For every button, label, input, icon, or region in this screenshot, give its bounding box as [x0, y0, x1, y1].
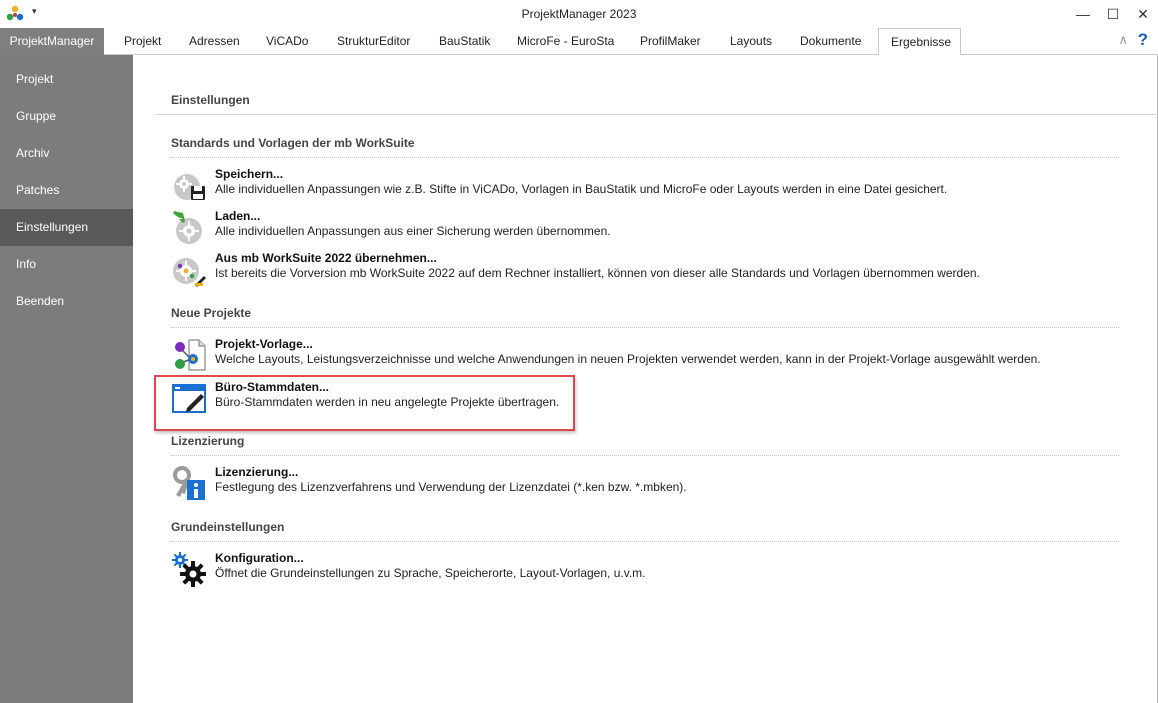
entry-description: Welche Layouts, Leistungsverzeichnisse u… — [215, 352, 1041, 366]
section-divider — [171, 541, 1119, 542]
help-icon[interactable]: ? — [1138, 30, 1148, 50]
entry-laden[interactable]: Laden... Alle individuellen Anpassungen … — [171, 209, 1111, 249]
entry-description: Festlegung des Lizenzverfahrens und Verw… — [215, 480, 687, 494]
collapse-ribbon-icon[interactable]: ∧ — [1118, 32, 1128, 48]
page-title: Einstellungen — [171, 93, 250, 107]
configuration-gears-icon — [172, 552, 206, 587]
maximize-button[interactable]: ☐ — [1098, 3, 1128, 25]
entry-projekt-vorlage[interactable]: Projekt-Vorlage... Welche Layouts, Leist… — [171, 337, 1111, 377]
tab-vicado[interactable]: ViCADo — [254, 28, 320, 55]
tab-dokumente[interactable]: Dokumente — [788, 28, 873, 55]
tab-profilmaker[interactable]: ProfilMaker — [628, 28, 713, 55]
section-title-neue-projekte: Neue Projekte — [171, 306, 252, 320]
project-template-icon — [175, 339, 206, 371]
highlight-frame — [154, 375, 575, 431]
tab-microfe-eurosta[interactable]: MicroFe - EuroSta — [505, 28, 626, 55]
close-button[interactable]: ✕ — [1128, 3, 1158, 25]
title-bar: ▾ ProjektManager 2023 — ☐ ✕ — [0, 0, 1158, 28]
entry-description: Alle individuellen Anpassungen aus einer… — [215, 224, 611, 238]
entry-speichern[interactable]: Speichern... Alle individuellen Anpassun… — [171, 167, 1111, 207]
entry-title[interactable]: Konfiguration... — [215, 551, 304, 565]
entry-lizenzierung[interactable]: Lizenzierung... Festlegung des Lizenzver… — [171, 465, 1111, 505]
gear-import-icon — [173, 258, 206, 287]
tab-projektmanager[interactable]: ProjektManager — [0, 28, 104, 55]
section-divider — [171, 327, 1119, 328]
entry-description: Öffnet die Grundeinstellungen zu Sprache… — [215, 566, 646, 580]
entry-title[interactable]: Aus mb WorkSuite 2022 übernehmen... — [215, 251, 437, 265]
entry-description: Ist bereits die Vorversion mb WorkSuite … — [215, 266, 980, 280]
gear-load-icon — [172, 210, 202, 244]
entry-title[interactable]: Projekt-Vorlage... — [215, 337, 313, 351]
title-divider — [155, 114, 1158, 115]
entry-title[interactable]: Speichern... — [215, 167, 283, 181]
section-title-lizenzierung: Lizenzierung — [171, 434, 245, 448]
minimize-button[interactable]: — — [1068, 3, 1098, 25]
tab-ergebnisse[interactable]: Ergebnisse — [878, 28, 961, 56]
tab-layouts[interactable]: Layouts — [718, 28, 784, 55]
tab-struktureditor[interactable]: StrukturEditor — [325, 28, 422, 55]
entry-title[interactable]: Lizenzierung... — [215, 465, 298, 479]
sidebar-item-patches[interactable]: Patches — [0, 172, 133, 209]
sidebar-item-beenden[interactable]: Beenden — [0, 283, 133, 320]
sidebar-item-einstellungen[interactable]: Einstellungen — [0, 209, 133, 246]
entry-description: Alle individuellen Anpassungen wie z.B. … — [215, 182, 948, 196]
backstage-sidebar: Projekt Gruppe Archiv Patches Einstellun… — [0, 55, 133, 703]
sidebar-item-archiv[interactable]: Archiv — [0, 135, 133, 172]
gear-save-icon — [174, 174, 205, 200]
ribbon-tab-bar: ProjektManager Projekt Adressen ViCADo S… — [0, 28, 1158, 56]
tab-adressen[interactable]: Adressen — [177, 28, 252, 55]
sidebar-item-gruppe[interactable]: Gruppe — [0, 98, 133, 135]
sidebar-item-projekt[interactable]: Projekt — [0, 61, 133, 98]
sidebar-item-info[interactable]: Info — [0, 246, 133, 283]
license-key-icon — [173, 466, 205, 500]
tab-projekt[interactable]: Projekt — [112, 28, 173, 55]
section-divider — [171, 157, 1119, 158]
entry-konfiguration[interactable]: Konfiguration... Öffnet die Grundeinstel… — [171, 551, 1111, 591]
entry-title[interactable]: Laden... — [215, 209, 260, 223]
section-title-grundeinstellungen: Grundeinstellungen — [171, 520, 285, 534]
section-title-standards: Standards und Vorlagen der mb WorkSuite — [171, 136, 415, 150]
section-divider — [171, 455, 1119, 456]
entry-aus-workSuite-uebernehmen[interactable]: Aus mb WorkSuite 2022 übernehmen... Ist … — [171, 251, 1111, 291]
window-title: ProjektManager 2023 — [521, 7, 637, 21]
tab-baustatik[interactable]: BauStatik — [427, 28, 502, 55]
